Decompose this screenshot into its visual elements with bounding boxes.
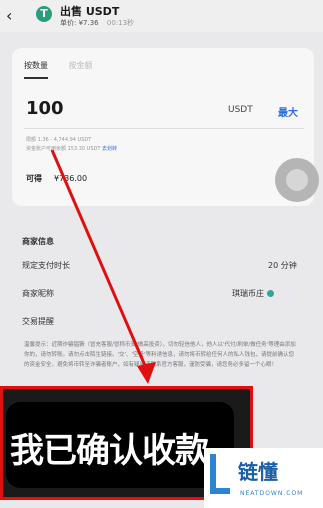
logo-title: 链懂 bbox=[238, 460, 278, 484]
logo-mark-icon bbox=[210, 454, 230, 494]
watermark-logo: 链懂 NEATDOWN.COM bbox=[204, 448, 323, 508]
arrow-head bbox=[137, 362, 156, 384]
logo-subtitle: NEATDOWN.COM bbox=[240, 490, 304, 497]
arrow-line bbox=[50, 149, 148, 369]
confirm-received-caption[interactable]: 我已确认收款 bbox=[10, 423, 209, 472]
